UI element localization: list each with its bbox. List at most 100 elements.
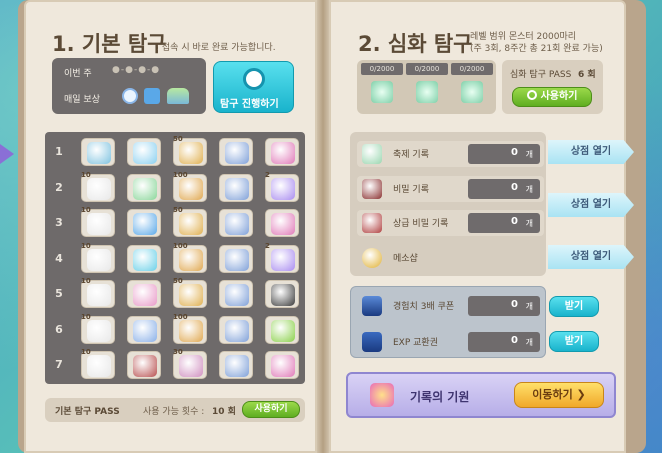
- reward-cell[interactable]: 50: [173, 206, 207, 237]
- reward-cell[interactable]: 10: [81, 277, 115, 308]
- reward-cell[interactable]: [219, 173, 253, 202]
- green-apple-icon: [271, 319, 295, 342]
- reward-cell[interactable]: [219, 315, 253, 344]
- item-count-badge: 50: [173, 135, 183, 143]
- reward-cell[interactable]: [127, 138, 161, 166]
- record-origin-icon: [370, 383, 394, 407]
- reward-box-icon: [144, 88, 160, 104]
- reward-cell[interactable]: 100: [173, 312, 207, 344]
- reward-cell[interactable]: [127, 280, 161, 308]
- reward-cell[interactable]: 100: [173, 171, 207, 202]
- coupon-count-field: 0개: [468, 296, 540, 316]
- record-count-unit: 개: [525, 219, 533, 228]
- flower-icon: [87, 213, 111, 235]
- item-count-badge: 100: [173, 241, 188, 250]
- reward-cell[interactable]: 10: [81, 312, 115, 344]
- reward-cell[interactable]: [265, 209, 299, 237]
- purple-gem-icon: [271, 177, 295, 200]
- reward-cell[interactable]: 100: [173, 241, 207, 273]
- meso-coin-icon: [362, 248, 382, 268]
- reward-cell[interactable]: [127, 173, 161, 202]
- reward-cell[interactable]: [219, 280, 253, 308]
- crystal-card-icon: [133, 142, 157, 164]
- available-count-label: 사용 가능 횟수 :: [143, 407, 205, 417]
- coupon-count-value: 0: [511, 299, 518, 310]
- magnifier-icon: [243, 68, 265, 90]
- reward-cell[interactable]: 30: [173, 348, 207, 379]
- reward-cell[interactable]: 2: [265, 242, 299, 273]
- this-week-label: 이번 주: [64, 69, 92, 79]
- reward-cell[interactable]: 50: [173, 277, 207, 308]
- progress-counter: 0/2000: [406, 63, 448, 75]
- red-book-icon: [133, 355, 157, 377]
- reward-cell[interactable]: 50: [173, 135, 207, 166]
- record-count-value: 0: [511, 216, 518, 227]
- black-bomb-icon: [271, 284, 295, 306]
- medal-icon: [179, 248, 203, 271]
- record-origin-label: 기록의 기원: [410, 390, 470, 404]
- reward-cell[interactable]: [219, 351, 253, 379]
- treasure-chest-icon: [179, 355, 203, 377]
- reward-cell[interactable]: [265, 351, 299, 379]
- reward-cell[interactable]: [219, 244, 253, 273]
- record-row: 메소샵: [357, 245, 544, 271]
- item-count-badge: 10: [81, 312, 91, 321]
- ticket-icon: [225, 142, 249, 164]
- book-spine: [317, 0, 329, 453]
- record-count-field: 0개: [468, 213, 540, 233]
- green-card-icon: [133, 177, 157, 200]
- reward-cell[interactable]: 10: [81, 242, 115, 273]
- reward-cell[interactable]: [219, 209, 253, 237]
- reward-cell[interactable]: [127, 244, 161, 273]
- purple-gem-icon: [271, 248, 295, 271]
- advanced-pass-use-button[interactable]: 사용하기: [512, 87, 592, 107]
- item-count-badge: 100: [173, 312, 188, 321]
- basic-explore-title: 1. 기본 탐구: [52, 32, 167, 56]
- festival-record-icon: [461, 81, 483, 103]
- record-label: 메소샵: [393, 254, 418, 264]
- record-label: 상급 비밀 기록: [393, 219, 449, 229]
- item-count-badge: 50: [173, 206, 183, 214]
- exp-coupon-receive-button[interactable]: 받기: [549, 296, 599, 317]
- record-row: 축제 기록 0 개: [357, 141, 544, 167]
- gold-coin-badge-icon: [179, 142, 203, 164]
- progress-slot: 0/2000: [451, 63, 493, 111]
- move-button[interactable]: 이동하기 ❯: [514, 382, 604, 408]
- reward-cell[interactable]: [265, 138, 299, 166]
- explore-progress-button[interactable]: 탐구 진행하기: [213, 61, 294, 113]
- shop-open-button-1[interactable]: 상점 열기: [548, 140, 634, 164]
- progress-slot: 0/2000: [361, 63, 403, 111]
- item-count-badge: 10: [81, 170, 91, 179]
- record-row: 비밀 기록 0 개: [357, 176, 544, 202]
- exp-ticket-receive-button[interactable]: 받기: [549, 331, 599, 352]
- coupon-count-unit: 개: [525, 338, 533, 347]
- reward-cell[interactable]: 10: [81, 348, 115, 379]
- grid-row-number: 1: [55, 145, 63, 158]
- shop-open-button-2[interactable]: 상점 열기: [548, 193, 634, 217]
- item-count-badge: 2: [265, 170, 270, 179]
- item-count-badge: 10: [81, 206, 91, 214]
- reward-cell[interactable]: [265, 315, 299, 344]
- flower-icon: [87, 355, 111, 377]
- reward-cell[interactable]: 10: [81, 206, 115, 237]
- basic-pass-use-button[interactable]: 사용하기: [242, 401, 300, 418]
- reward-cell[interactable]: 2: [265, 170, 299, 202]
- reward-cell[interactable]: [265, 280, 299, 308]
- shop-open-button-3[interactable]: 상점 열기: [548, 245, 634, 269]
- reward-cell[interactable]: [81, 138, 115, 166]
- reward-cell[interactable]: [219, 138, 253, 166]
- reward-cell[interactable]: [127, 351, 161, 379]
- search-icon: [122, 88, 138, 104]
- reward-cell[interactable]: [127, 315, 161, 344]
- record-count-unit: 개: [525, 150, 533, 159]
- progress-counter: 0/2000: [451, 63, 493, 75]
- record-count-field: 0개: [468, 179, 540, 199]
- record-label: 축제 기록: [393, 150, 429, 160]
- grid-row-number: 3: [55, 216, 63, 229]
- reward-cell[interactable]: 10: [81, 170, 115, 202]
- grid-row-number: 2: [55, 180, 63, 194]
- record-count-field: 0개: [468, 144, 540, 164]
- reward-cell[interactable]: [127, 209, 161, 237]
- ticket-icon: [225, 355, 249, 377]
- coupon-label: EXP 교환권: [393, 338, 438, 348]
